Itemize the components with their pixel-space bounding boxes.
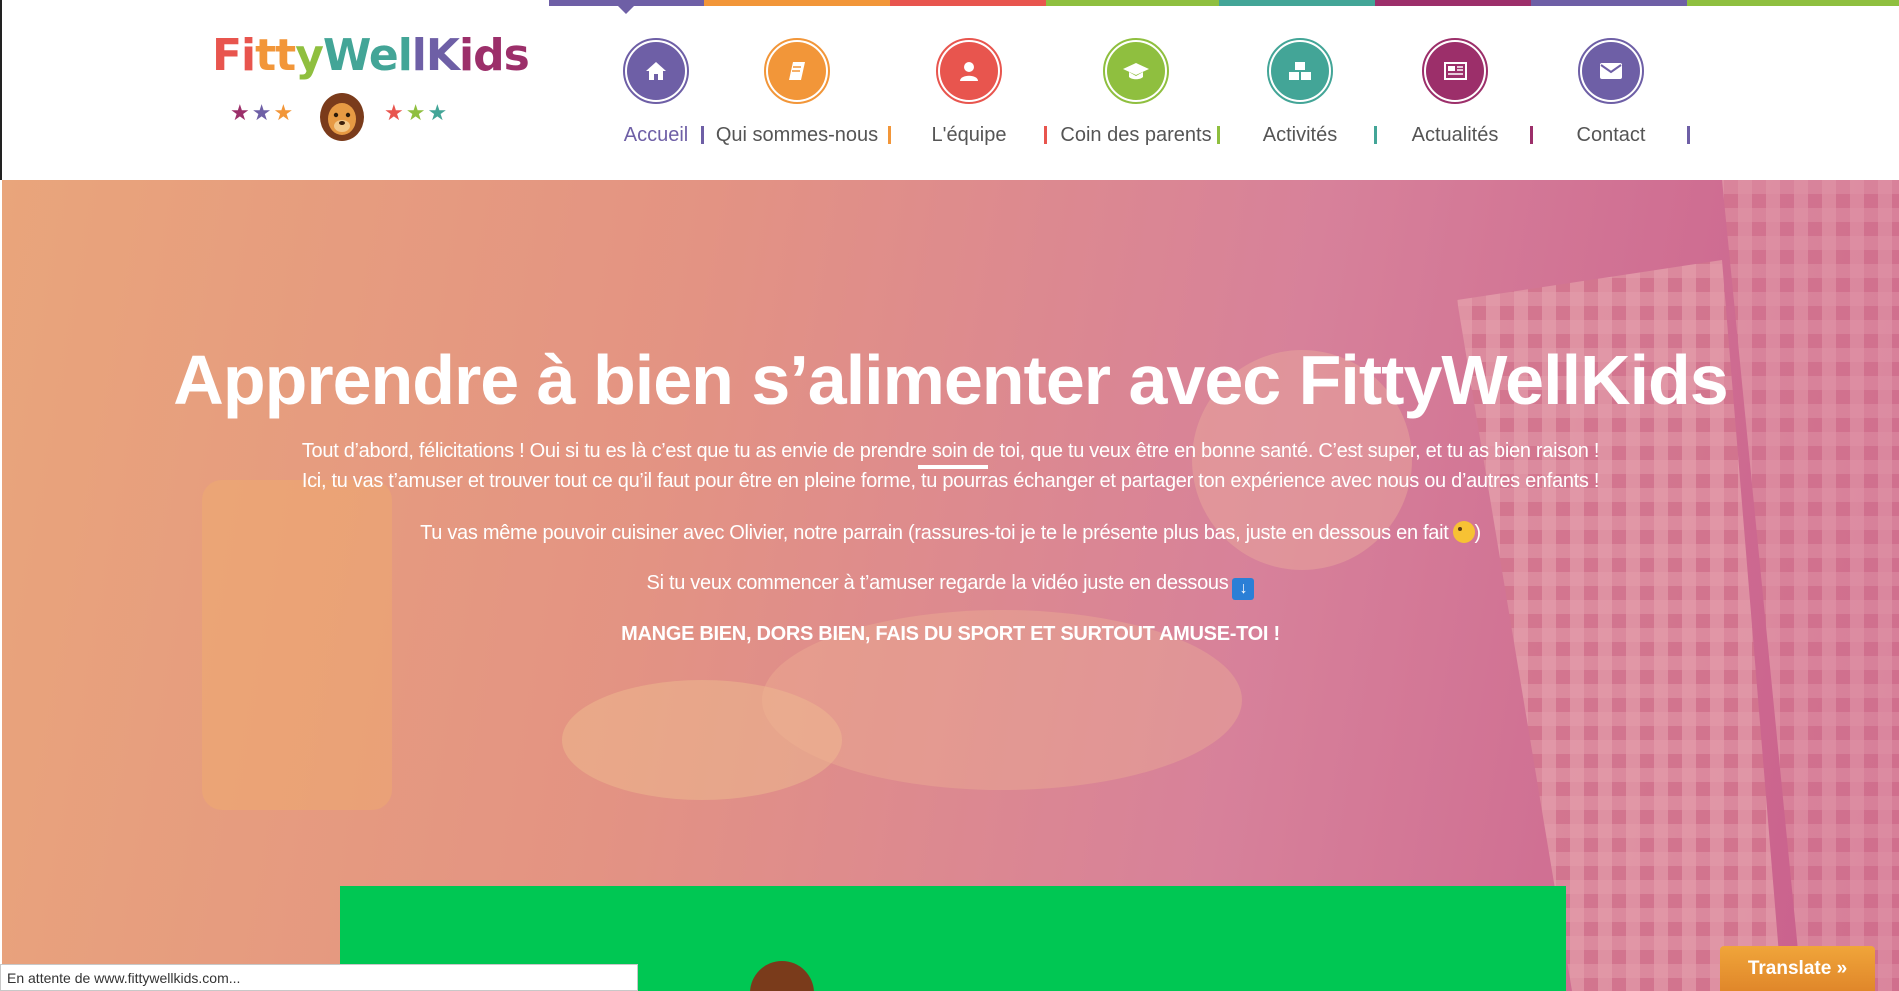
hero-motto: MANGE BIEN, DORS BIEN, FAIS DU SPORT ET … bbox=[621, 623, 1280, 645]
nav-label: L'équipe bbox=[931, 124, 1007, 146]
hero-divider bbox=[918, 465, 988, 469]
nav-divider bbox=[701, 126, 704, 144]
home-icon bbox=[646, 62, 666, 80]
hero-intro-line-2: Ici, tu vas t’amuser et trouver tout ce … bbox=[301, 470, 1600, 492]
star-icon: ★ bbox=[230, 100, 252, 125]
hero-line-4-text: Si tu veux commencer à t’amuser regarde … bbox=[646, 572, 1229, 594]
hero-line-3-text: Tu vas même pouvoir cuisiner avec Olivie… bbox=[420, 522, 1449, 544]
video-thumbnail-shape bbox=[750, 961, 814, 991]
newspaper-icon bbox=[1444, 62, 1467, 80]
hero-intro-line-3: Tu vas même pouvoir cuisiner avec Olivie… bbox=[2, 521, 1899, 545]
nav-icon-circle bbox=[1422, 38, 1488, 104]
nav-item-actualites[interactable]: Actualités bbox=[1365, 38, 1545, 158]
nav-item-equipe[interactable]: L'équipe bbox=[879, 38, 1059, 158]
nav-icon-circle bbox=[623, 38, 689, 104]
star-icon: ★ bbox=[384, 100, 406, 125]
hero-title: Apprendre à bien s’alimenter avec FittyW… bbox=[173, 341, 1728, 419]
browser-status-bar: En attente de www.fittywellkids.com... bbox=[0, 964, 638, 991]
nav-label: Activités bbox=[1262, 124, 1338, 146]
nav-icon-circle bbox=[1267, 38, 1333, 104]
nav-divider bbox=[1687, 126, 1690, 144]
nav-item-contact[interactable]: Contact bbox=[1521, 38, 1701, 158]
star-icon: ★ bbox=[427, 100, 450, 125]
star-icon: ★ bbox=[273, 100, 296, 125]
nav-icon-circle bbox=[936, 38, 1002, 104]
book-icon bbox=[789, 62, 805, 80]
translate-button[interactable]: Translate » bbox=[1720, 946, 1875, 991]
star-icon: ★ bbox=[251, 100, 274, 125]
nav-icon-circle bbox=[1578, 38, 1644, 104]
site-header: FittyWellKids ★★★ ★★★ Accueil Qui sommes… bbox=[0, 0, 1899, 180]
nav-item-coin-des-parents[interactable]: Coin des parents bbox=[1046, 38, 1226, 158]
hero-line-3-end: ) bbox=[1474, 522, 1482, 544]
nav-label: Qui sommes-nous bbox=[715, 124, 879, 146]
main-nav: Accueil Qui sommes-nous L'équipe Coin de… bbox=[549, 0, 1899, 180]
logo-stars-left: ★★★ bbox=[230, 100, 295, 126]
hero-intro-line-4: Si tu veux commencer à t’amuser regarde … bbox=[2, 572, 1899, 600]
nav-icon-circle bbox=[1103, 38, 1169, 104]
logo-stars-right: ★★★ bbox=[384, 100, 449, 126]
logo-wordmark: FittyWellKids bbox=[212, 30, 530, 81]
star-icon: ★ bbox=[405, 100, 428, 125]
nav-item-activites[interactable]: Activités bbox=[1210, 38, 1390, 158]
hero-intro-line-1: Tout d’abord, félicitations ! Oui si tu … bbox=[301, 440, 1600, 462]
site-logo[interactable]: FittyWellKids ★★★ ★★★ bbox=[212, 30, 530, 150]
wink-emoji-icon bbox=[1452, 521, 1475, 543]
nav-label: Coin des parents bbox=[1060, 124, 1212, 146]
nav-item-qui-sommes-nous[interactable]: Qui sommes-nous bbox=[707, 38, 887, 158]
lion-mascot-icon bbox=[320, 93, 364, 141]
user-icon bbox=[960, 62, 978, 81]
nav-label: Actualités bbox=[1411, 124, 1499, 146]
cubes-icon bbox=[1289, 62, 1311, 80]
nav-label: Contact bbox=[1576, 124, 1646, 146]
nav-icon-circle bbox=[764, 38, 830, 104]
envelope-icon bbox=[1600, 63, 1622, 79]
down-arrow-emoji-icon: ↓ bbox=[1232, 578, 1255, 600]
graduation-cap-icon bbox=[1123, 63, 1149, 80]
hero-section: Apprendre à bien s’alimenter avec FittyW… bbox=[2, 180, 1899, 991]
